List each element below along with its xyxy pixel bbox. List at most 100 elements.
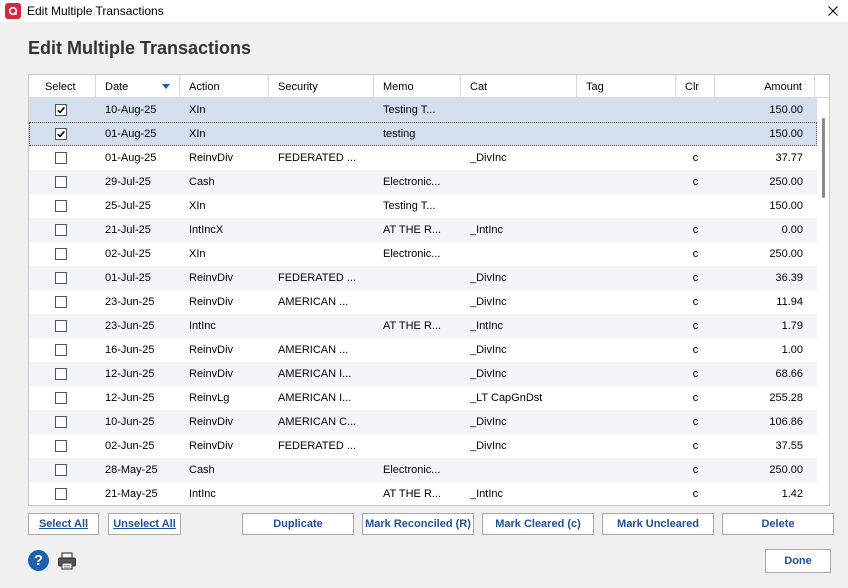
column-header-tag[interactable]: Tag xyxy=(577,75,676,98)
column-header-clr[interactable]: Clr xyxy=(676,75,715,98)
table-row[interactable]: 01-Aug-25 ReinvDiv FEDERATED ... _DivInc c 37… xyxy=(29,146,817,170)
row-select-checkbox[interactable] xyxy=(55,224,67,236)
cell-date: 25-Jul-25 xyxy=(105,200,151,212)
cell-date: 10-Jun-25 xyxy=(105,416,155,428)
cell-cat: _LT CapGnDst xyxy=(470,392,543,404)
cell-tag xyxy=(586,482,674,505)
cell-clr: c xyxy=(692,152,699,164)
column-header-select[interactable]: Select xyxy=(29,75,96,98)
table-row[interactable]: 21-May-25 IntInc AT THE R... _IntInc c 1.42 xyxy=(29,482,817,505)
cell-cat xyxy=(470,98,575,122)
close-icon xyxy=(828,6,838,16)
table-row[interactable]: 29-Jul-25 Cash Electronic... c 250.00 xyxy=(29,170,817,194)
cell-memo: Electronic... xyxy=(383,176,441,188)
cell-action: ReinvLg xyxy=(189,392,230,404)
table-row[interactable]: 10-Jun-25 ReinvDiv AMERICAN C... _DivInc c 10… xyxy=(29,410,817,434)
cell-tag xyxy=(586,314,674,338)
table-row[interactable]: 25-Jul-25 XIn Testing T... 150.00 xyxy=(29,194,817,218)
scrollbar-thumb[interactable] xyxy=(822,118,825,198)
done-button[interactable]: Done xyxy=(765,549,831,573)
table-row[interactable]: 12-Jun-25 ReinvDiv AMERICAN I... _DivInc c 68… xyxy=(29,362,817,386)
cell-action: ReinvDiv xyxy=(189,296,234,308)
cell-amount: 37.55 xyxy=(775,440,803,452)
cell-action: XIn xyxy=(189,104,206,116)
row-select-checkbox[interactable] xyxy=(55,488,67,500)
column-header-cat[interactable]: Cat xyxy=(461,75,577,98)
row-select-checkbox[interactable] xyxy=(55,440,67,452)
unselect-all-button[interactable]: Unselect All xyxy=(108,513,181,535)
duplicate-button[interactable]: Duplicate xyxy=(242,513,354,535)
row-select-checkbox[interactable] xyxy=(55,392,67,404)
table-row[interactable]: 12-Jun-25 ReinvLg AMERICAN I... _LT CapGnDs… xyxy=(29,386,817,410)
cell-action: IntInc xyxy=(189,320,216,332)
table-row[interactable]: 01-Aug-25 XIn testing 150.00 xyxy=(29,122,817,146)
mark-uncleared-button[interactable]: Mark Uncleared xyxy=(602,513,714,535)
cell-clr: c xyxy=(692,176,699,188)
row-select-checkbox[interactable] xyxy=(55,152,67,164)
vertical-scrollbar[interactable] xyxy=(817,98,829,505)
cell-memo: Testing T... xyxy=(383,104,436,116)
cell-date: 01-Aug-25 xyxy=(105,128,157,140)
column-header-action[interactable]: Action xyxy=(180,75,269,98)
cell-amount: 1.79 xyxy=(781,320,803,332)
cell-tag xyxy=(586,122,674,146)
cell-clr: c xyxy=(692,368,699,380)
row-select-checkbox[interactable] xyxy=(55,344,67,356)
mark-reconciled-button[interactable]: Mark Reconciled (R) xyxy=(362,513,474,535)
cell-amount: 11.94 xyxy=(776,296,803,308)
cell-clr: c xyxy=(692,344,699,356)
table-row[interactable]: 02-Jul-25 XIn Electronic... c 250.00 xyxy=(29,242,817,266)
cell-action: ReinvDiv xyxy=(189,440,234,452)
help-icon[interactable]: ? xyxy=(28,550,49,571)
table-row[interactable]: 21-Jul-25 IntIncX AT THE R... _IntInc c 0.00 xyxy=(29,218,817,242)
table-row[interactable]: 02-Jun-25 ReinvDiv FEDERATED ... _DivInc c 37… xyxy=(29,434,817,458)
row-select-checkbox[interactable] xyxy=(55,272,67,284)
cell-memo: Testing T... xyxy=(383,200,436,212)
table-row[interactable]: 23-Jun-25 ReinvDiv AMERICAN ... _DivInc c 11.… xyxy=(29,290,817,314)
cell-security xyxy=(278,170,372,194)
title-bar: Edit Multiple Transactions xyxy=(0,0,848,22)
cell-action: IntInc xyxy=(189,488,216,500)
row-select-checkbox[interactable] xyxy=(55,200,67,212)
cell-clr xyxy=(676,194,715,218)
table-row[interactable]: 28-May-25 Cash Electronic... c 250.00 xyxy=(29,458,817,482)
delete-button[interactable]: Delete xyxy=(722,513,834,535)
cell-tag xyxy=(586,362,674,386)
cell-memo xyxy=(383,266,459,290)
printer-icon[interactable] xyxy=(57,551,77,571)
row-select-checkbox[interactable] xyxy=(55,464,67,476)
table-row[interactable]: 10-Aug-25 XIn Testing T... 150.00 xyxy=(29,98,817,122)
column-header-amount[interactable]: Amount xyxy=(715,75,815,98)
cell-cat: _DivInc xyxy=(470,344,507,356)
close-button[interactable] xyxy=(818,0,848,22)
table-row[interactable]: 01-Jul-25 ReinvDiv FEDERATED ... _DivInc c 36… xyxy=(29,266,817,290)
mark-cleared-button[interactable]: Mark Cleared (c) xyxy=(482,513,594,535)
cell-cat: _DivInc xyxy=(470,272,507,284)
cell-clr: c xyxy=(692,224,699,236)
cell-cat: _DivInc xyxy=(470,440,507,452)
cell-tag xyxy=(586,194,674,218)
row-select-checkbox[interactable] xyxy=(55,128,67,140)
row-select-checkbox[interactable] xyxy=(55,320,67,332)
row-select-checkbox[interactable] xyxy=(55,248,67,260)
row-select-checkbox[interactable] xyxy=(55,104,67,116)
row-select-checkbox[interactable] xyxy=(55,368,67,380)
table-row[interactable]: 23-Jun-25 IntInc AT THE R... _IntInc c 1.79 xyxy=(29,314,817,338)
cell-clr: c xyxy=(692,416,699,428)
column-header-security[interactable]: Security xyxy=(269,75,374,98)
row-select-checkbox[interactable] xyxy=(55,416,67,428)
column-header-date[interactable]: Date xyxy=(96,75,180,98)
cell-cat: _IntInc xyxy=(470,224,504,236)
column-header-memo[interactable]: Memo xyxy=(374,75,461,98)
cell-tag xyxy=(586,146,674,170)
cell-security: FEDERATED ... xyxy=(278,272,357,284)
cell-clr: c xyxy=(692,272,699,284)
table-row[interactable]: 16-Jun-25 ReinvDiv AMERICAN ... _DivInc c 1.0… xyxy=(29,338,817,362)
select-all-button[interactable]: Select All xyxy=(28,513,99,535)
grid-header: Select Date Action Security Memo Cat Tag… xyxy=(29,75,829,98)
row-select-checkbox[interactable] xyxy=(55,296,67,308)
row-select-checkbox[interactable] xyxy=(55,176,67,188)
unselect-all-label: Unselect All xyxy=(113,518,176,530)
cell-cat: _IntInc xyxy=(470,320,504,332)
cell-security: AMERICAN C... xyxy=(278,416,357,428)
